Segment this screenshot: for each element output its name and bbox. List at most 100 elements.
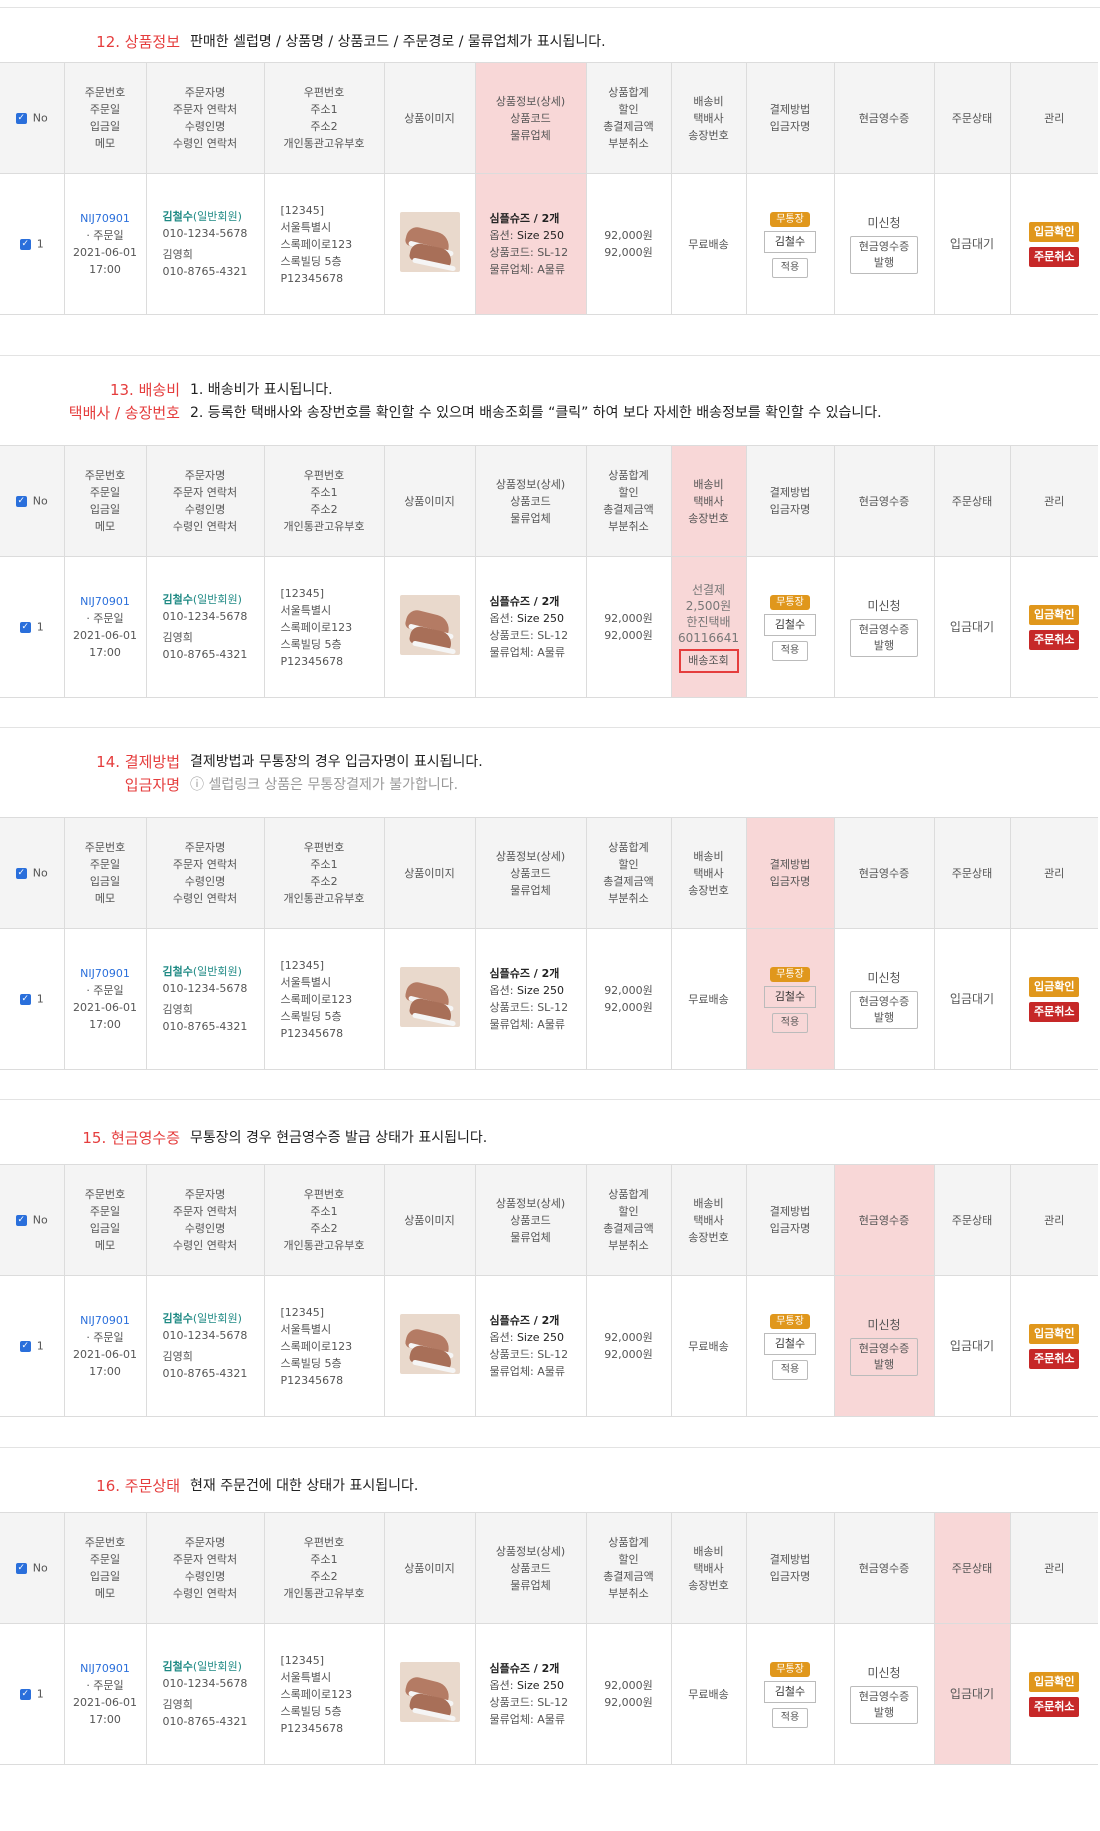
- select-all-checkbox[interactable]: ✓: [15, 867, 27, 879]
- address-line-2: 스록페이로123: [280, 1339, 353, 1353]
- buyer-name-link[interactable]: 김철수: [163, 1660, 193, 1673]
- row-checkbox[interactable]: ✓: [19, 238, 31, 250]
- select-all-checkbox[interactable]: ✓: [15, 1562, 27, 1574]
- track-delivery-button[interactable]: 배송조회: [678, 648, 739, 673]
- product-total: 92,000원: [604, 612, 653, 625]
- row-checkbox[interactable]: ✓: [19, 1688, 31, 1700]
- product-thumbnail[interactable]: [399, 1661, 460, 1722]
- recipient-phone: 010-8765-4321: [162, 1715, 248, 1728]
- buyer-name-link[interactable]: 김철수: [163, 593, 193, 606]
- header-shipping: 배송비 택배사 송장번호: [670, 445, 747, 557]
- order-date: 2021-06-01: [73, 246, 137, 259]
- product-name: 심플슈즈 / 2개: [489, 1314, 560, 1327]
- cancel-order-button[interactable]: 주문취소: [1029, 1696, 1080, 1717]
- product-thumbnail[interactable]: [399, 594, 460, 655]
- address-line-1: 서울특별시: [280, 975, 332, 989]
- header-receipt: 현금영수증: [833, 445, 935, 557]
- buyer-phone: 010-1234-5678: [162, 227, 248, 240]
- cancel-order-button[interactable]: 주문취소: [1029, 246, 1080, 267]
- issue-receipt-button[interactable]: 현금영수증 발행: [850, 618, 918, 657]
- product-thumbnail[interactable]: [399, 211, 460, 272]
- select-all-checkbox[interactable]: ✓: [15, 1214, 27, 1226]
- depositor-input[interactable]: 김철수: [764, 986, 816, 1008]
- buyer-name-link[interactable]: 김철수: [163, 965, 193, 978]
- confirm-deposit-button[interactable]: 입금확인: [1029, 604, 1080, 625]
- header-orderer: 주문자명 주문자 연락처 수령인명 수령인 연락처: [145, 62, 265, 174]
- header-payment: 결제방법 입금자명: [745, 62, 835, 174]
- issue-receipt-button[interactable]: 현금영수증 발행: [850, 235, 918, 274]
- select-all-checkbox[interactable]: ✓: [15, 112, 27, 124]
- confirm-deposit-button[interactable]: 입금확인: [1029, 1671, 1080, 1692]
- section-title: 16. 주문상태: [96, 1477, 180, 1495]
- header-no[interactable]: ✓ No: [0, 62, 65, 174]
- header-row: ✓ No 주문번호 주문일 입금일 메모 주문자명 주문자 연락처 수령인명 수령인 연락처 …: [0, 445, 1098, 557]
- section-title: 13. 배송비: [109, 381, 180, 399]
- order-number-link[interactable]: NIJ70901: [65, 1312, 146, 1329]
- header-product: 상품정보(상세) 상품코드 물류업체: [474, 62, 587, 174]
- image-cell: [383, 1623, 476, 1765]
- confirm-deposit-button[interactable]: 입금확인: [1029, 976, 1080, 997]
- receipt-status: 미신청: [867, 1317, 901, 1332]
- product-cell: 심플슈즈 / 2개 옵션: Size 250 상품코드: SL-12 물류업체:…: [474, 173, 587, 315]
- cancel-order-button[interactable]: 주문취소: [1029, 1001, 1080, 1022]
- depositor-input[interactable]: 김철수: [764, 1681, 816, 1703]
- issue-receipt-button[interactable]: 현금영수증 발행: [850, 1685, 918, 1724]
- product-thumbnail[interactable]: [399, 1313, 460, 1374]
- image-cell: [383, 928, 476, 1070]
- header-product: 상품정보(상세) 상품코드 물류업체: [474, 1512, 587, 1624]
- row-no[interactable]: ✓ 1: [0, 928, 65, 1070]
- receipt-cell: 미신청 현금영수증 발행: [833, 173, 935, 315]
- total-cell: 92,000원 92,000원: [585, 1275, 672, 1417]
- row-checkbox[interactable]: ✓: [19, 993, 31, 1005]
- issue-receipt-button[interactable]: 현금영수증 발행: [850, 990, 918, 1029]
- product-thumbnail[interactable]: [399, 966, 460, 1027]
- row-no[interactable]: ✓ 1: [0, 1623, 65, 1765]
- header-no[interactable]: ✓ No: [0, 445, 65, 557]
- order-cell: NIJ70901 · 주문일 2021-06-01 17:00: [63, 1275, 147, 1417]
- apply-button[interactable]: 적용: [772, 1013, 808, 1033]
- depositor-input[interactable]: 김철수: [764, 231, 816, 253]
- code-value: SL-12: [537, 629, 569, 642]
- image-cell: [383, 173, 476, 315]
- cancel-order-button[interactable]: 주문취소: [1029, 629, 1080, 650]
- header-no[interactable]: ✓ No: [0, 1512, 65, 1624]
- header-row: ✓ No 주문번호 주문일 입금일 메모 주문자명 주문자 연락처 수령인명 수령인 연락처 …: [0, 1512, 1098, 1624]
- order-number-link[interactable]: NIJ70901: [65, 210, 146, 227]
- cancel-order-button[interactable]: 주문취소: [1029, 1348, 1080, 1369]
- row-checkbox[interactable]: ✓: [19, 1340, 31, 1352]
- select-all-checkbox[interactable]: ✓: [15, 495, 27, 507]
- apply-button[interactable]: 적용: [772, 258, 808, 278]
- order-number-link[interactable]: NIJ70901: [65, 965, 146, 982]
- code-value: SL-12: [537, 246, 569, 259]
- confirm-deposit-button[interactable]: 입금확인: [1029, 1323, 1080, 1344]
- logistics-label: 물류업체:: [489, 1365, 538, 1378]
- total-cell: 92,000원 92,000원: [585, 1623, 672, 1765]
- total-cell: 92,000원 92,000원: [585, 928, 672, 1070]
- option-value: Size 250: [516, 229, 565, 242]
- buyer-name-link[interactable]: 김철수: [163, 210, 193, 223]
- product-total: 92,000원: [604, 1331, 653, 1344]
- table-row: ✓ 1 NIJ70901 · 주문일 2021-06-01 17:00 김철수(일…: [0, 928, 1098, 1070]
- option-label: 옵션:: [489, 1331, 517, 1344]
- order-number-link[interactable]: NIJ70901: [65, 593, 146, 610]
- confirm-deposit-button[interactable]: 입금확인: [1029, 221, 1080, 242]
- row-checkbox[interactable]: ✓: [19, 621, 31, 633]
- order-number-link[interactable]: NIJ70901: [65, 1660, 146, 1677]
- bank-transfer-badge: 무통장: [770, 1662, 810, 1677]
- buyer-name-link[interactable]: 김철수: [163, 1312, 193, 1325]
- apply-button[interactable]: 적용: [772, 641, 808, 661]
- row-no[interactable]: ✓ 1: [0, 173, 65, 315]
- shipping-cell: 무료배송 선결제 2,500원 한진택배 60116641 배송조회: [670, 556, 747, 698]
- row-no[interactable]: ✓ 1: [0, 556, 65, 698]
- header-no[interactable]: ✓ No: [0, 1164, 65, 1276]
- total-cell: 92,000원 92,000원: [585, 173, 672, 315]
- row-no[interactable]: ✓ 1: [0, 1275, 65, 1417]
- header-no[interactable]: ✓ No: [0, 817, 65, 929]
- header-address: 우편번호 주소1 주소2 개인통관고유부호: [263, 62, 385, 174]
- issue-receipt-button[interactable]: 현금영수증 발행: [850, 1337, 918, 1376]
- depositor-input[interactable]: 김철수: [764, 1333, 816, 1355]
- depositor-input[interactable]: 김철수: [764, 614, 816, 636]
- apply-button[interactable]: 적용: [772, 1360, 808, 1380]
- receipt-status: 미신청: [867, 1665, 901, 1680]
- apply-button[interactable]: 적용: [772, 1708, 808, 1728]
